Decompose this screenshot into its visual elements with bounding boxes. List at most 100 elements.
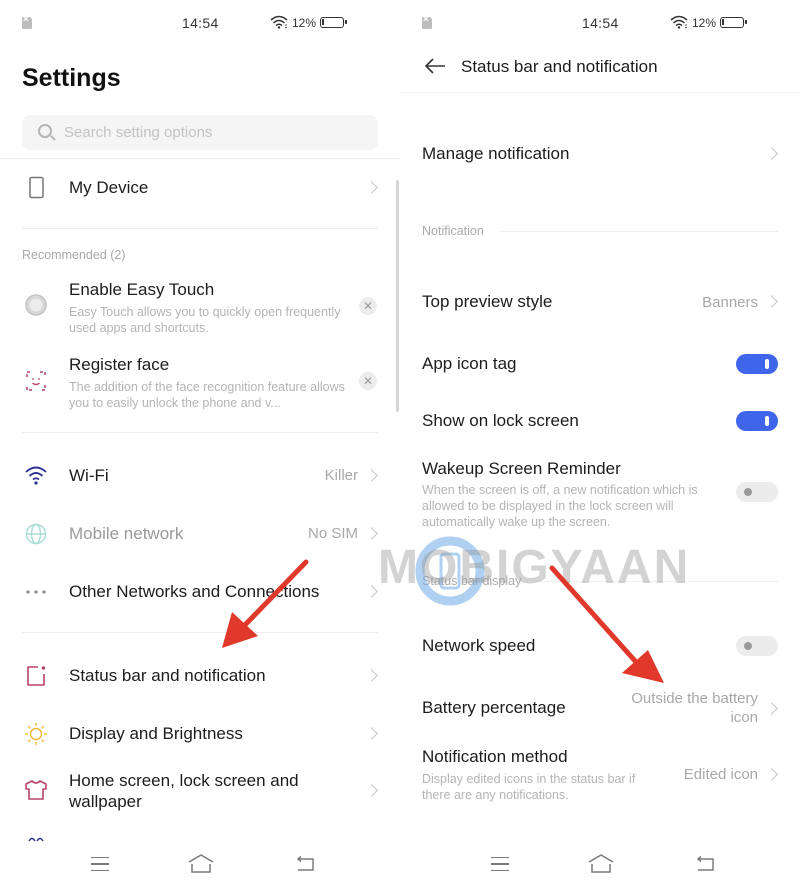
divider — [22, 432, 378, 433]
more-dots-icon — [26, 590, 46, 594]
status-bar-notification-panel: 14:54 12% Status bar and notification Ma… — [400, 0, 800, 888]
shirt-icon — [25, 780, 47, 800]
settings-item-label: Notification method — [422, 747, 568, 766]
menu-icon[interactable] — [91, 857, 109, 871]
no-sim-icon — [422, 14, 432, 29]
status-time: 14:54 — [582, 15, 619, 31]
settings-item-description: Display edited icons in the status bar i… — [422, 772, 636, 802]
back-icon[interactable] — [295, 856, 315, 872]
settings-item-label: Wi-Fi — [69, 466, 109, 485]
section-header-notification: Notification — [422, 224, 484, 238]
battery-percent: 12% — [692, 16, 717, 30]
settings-item-label: Display and Brightness — [69, 724, 243, 743]
status-bar: 14:54 12% — [400, 0, 800, 46]
divider — [22, 228, 378, 229]
recommended-title: Enable Easy Touch — [69, 280, 215, 299]
no-sim-icon — [22, 14, 32, 29]
navigation-bar — [400, 840, 800, 888]
battery-percent: 12% — [292, 16, 317, 30]
settings-item-value: Banners — [702, 294, 758, 311]
easy-touch-icon — [25, 294, 47, 316]
settings-item-description: When the screen is off, a new notificati… — [422, 483, 698, 529]
header-divider — [0, 158, 400, 159]
status-bar-icon — [27, 666, 46, 686]
sun-icon — [25, 723, 47, 745]
settings-item-label: Mobile network — [69, 524, 184, 543]
face-scan-icon — [26, 371, 46, 391]
status-time: 14:54 — [182, 15, 219, 31]
settings-item-wakeup-screen-reminder: Wakeup Screen Reminder When the screen i… — [400, 458, 800, 530]
wakeup-screen-reminder-toggle[interactable] — [736, 482, 778, 502]
chevron-right-icon — [365, 469, 378, 482]
settings-item-manage-notification[interactable]: Manage notification — [400, 134, 800, 174]
settings-item-label: App icon tag — [422, 354, 517, 373]
search-bar[interactable] — [22, 115, 378, 150]
header-divider — [400, 92, 800, 93]
settings-item-network-speed: Network speed — [400, 626, 800, 666]
chevron-right-icon — [365, 727, 378, 740]
settings-item-label: Home screen, lock screen and wallpaper — [69, 771, 299, 811]
chevron-right-icon — [365, 527, 378, 540]
battery-icon — [320, 17, 347, 28]
settings-item-my-device[interactable]: My Device — [0, 168, 400, 208]
settings-item-show-on-lock-screen: Show on lock screen — [400, 401, 800, 441]
phone-icon — [29, 176, 44, 199]
chevron-right-icon — [765, 147, 778, 160]
chevron-right-icon — [765, 295, 778, 308]
chevron-right-icon — [765, 702, 778, 715]
settings-item-mobile-network[interactable]: Mobile network No SIM — [0, 514, 400, 554]
wifi-icon — [270, 15, 288, 29]
settings-item-label: Wakeup Screen Reminder — [422, 459, 621, 478]
recommended-header: Recommended (2) — [22, 248, 126, 262]
search-icon — [38, 124, 52, 138]
settings-item-value: No SIM — [307, 525, 358, 542]
home-icon[interactable] — [188, 854, 214, 874]
settings-item-label: Other Networks and Connections — [69, 582, 320, 601]
settings-item-battery-percentage[interactable]: Battery percentage Outside the battery i… — [400, 686, 800, 730]
battery-icon — [720, 17, 747, 28]
settings-item-home-screen[interactable]: Home screen, lock screen and wallpaper — [0, 768, 400, 812]
dismiss-button[interactable]: ✕ — [359, 297, 377, 315]
app-icon-tag-toggle[interactable] — [736, 354, 778, 374]
recommended-item-register-face[interactable]: Register face The addition of the face r… — [0, 353, 400, 413]
settings-item-label: Manage notification — [422, 144, 570, 163]
page-title: Status bar and notification — [461, 57, 658, 76]
divider — [500, 231, 778, 232]
recommended-description: The addition of the face recognition fea… — [69, 380, 345, 410]
settings-item-label: My Device — [69, 178, 149, 197]
settings-item-label: Status bar and notification — [69, 666, 266, 685]
navigation-bar — [0, 840, 400, 888]
settings-item-label: Top preview style — [422, 292, 553, 311]
settings-item-label: Show on lock screen — [422, 411, 579, 430]
settings-item-label: Network speed — [422, 636, 536, 655]
show-on-lock-screen-toggle[interactable] — [736, 411, 778, 431]
divider — [22, 632, 378, 633]
page-title: Settings — [22, 64, 121, 92]
recommended-item-easy-touch[interactable]: Enable Easy Touch Easy Touch allows you … — [0, 278, 400, 338]
chevron-right-icon — [365, 181, 378, 194]
settings-item-value: Killer — [324, 467, 358, 484]
search-input[interactable] — [64, 115, 364, 150]
menu-icon[interactable] — [491, 857, 509, 871]
settings-item-value: Edited icon — [683, 766, 758, 783]
section-header-status-bar-display: Status bar display — [422, 574, 522, 588]
settings-item-app-icon-tag: App icon tag — [400, 344, 800, 384]
network-speed-toggle[interactable] — [736, 636, 778, 656]
back-arrow-icon[interactable] — [424, 57, 446, 75]
settings-item-notification-method[interactable]: Notification method Display edited icons… — [400, 746, 800, 806]
settings-item-display[interactable]: Display and Brightness — [0, 714, 400, 754]
scrollbar[interactable] — [396, 180, 399, 412]
settings-panel: 14:54 12% Settings My Device Recommended… — [0, 0, 400, 888]
recommended-description: Easy Touch allows you to quickly open fr… — [69, 305, 341, 335]
settings-item-top-preview-style[interactable]: Top preview style Banners — [400, 282, 800, 322]
chevron-right-icon — [365, 585, 378, 598]
home-icon[interactable] — [588, 854, 614, 874]
divider — [540, 581, 778, 582]
recommended-title: Register face — [69, 355, 170, 374]
settings-item-wifi[interactable]: Wi-Fi Killer — [0, 456, 400, 496]
dismiss-button[interactable]: ✕ — [359, 372, 377, 390]
settings-item-other-networks[interactable]: Other Networks and Connections — [0, 572, 400, 612]
back-icon[interactable] — [695, 856, 715, 872]
chevron-right-icon — [365, 669, 378, 682]
settings-item-status-bar[interactable]: Status bar and notification — [0, 656, 400, 696]
